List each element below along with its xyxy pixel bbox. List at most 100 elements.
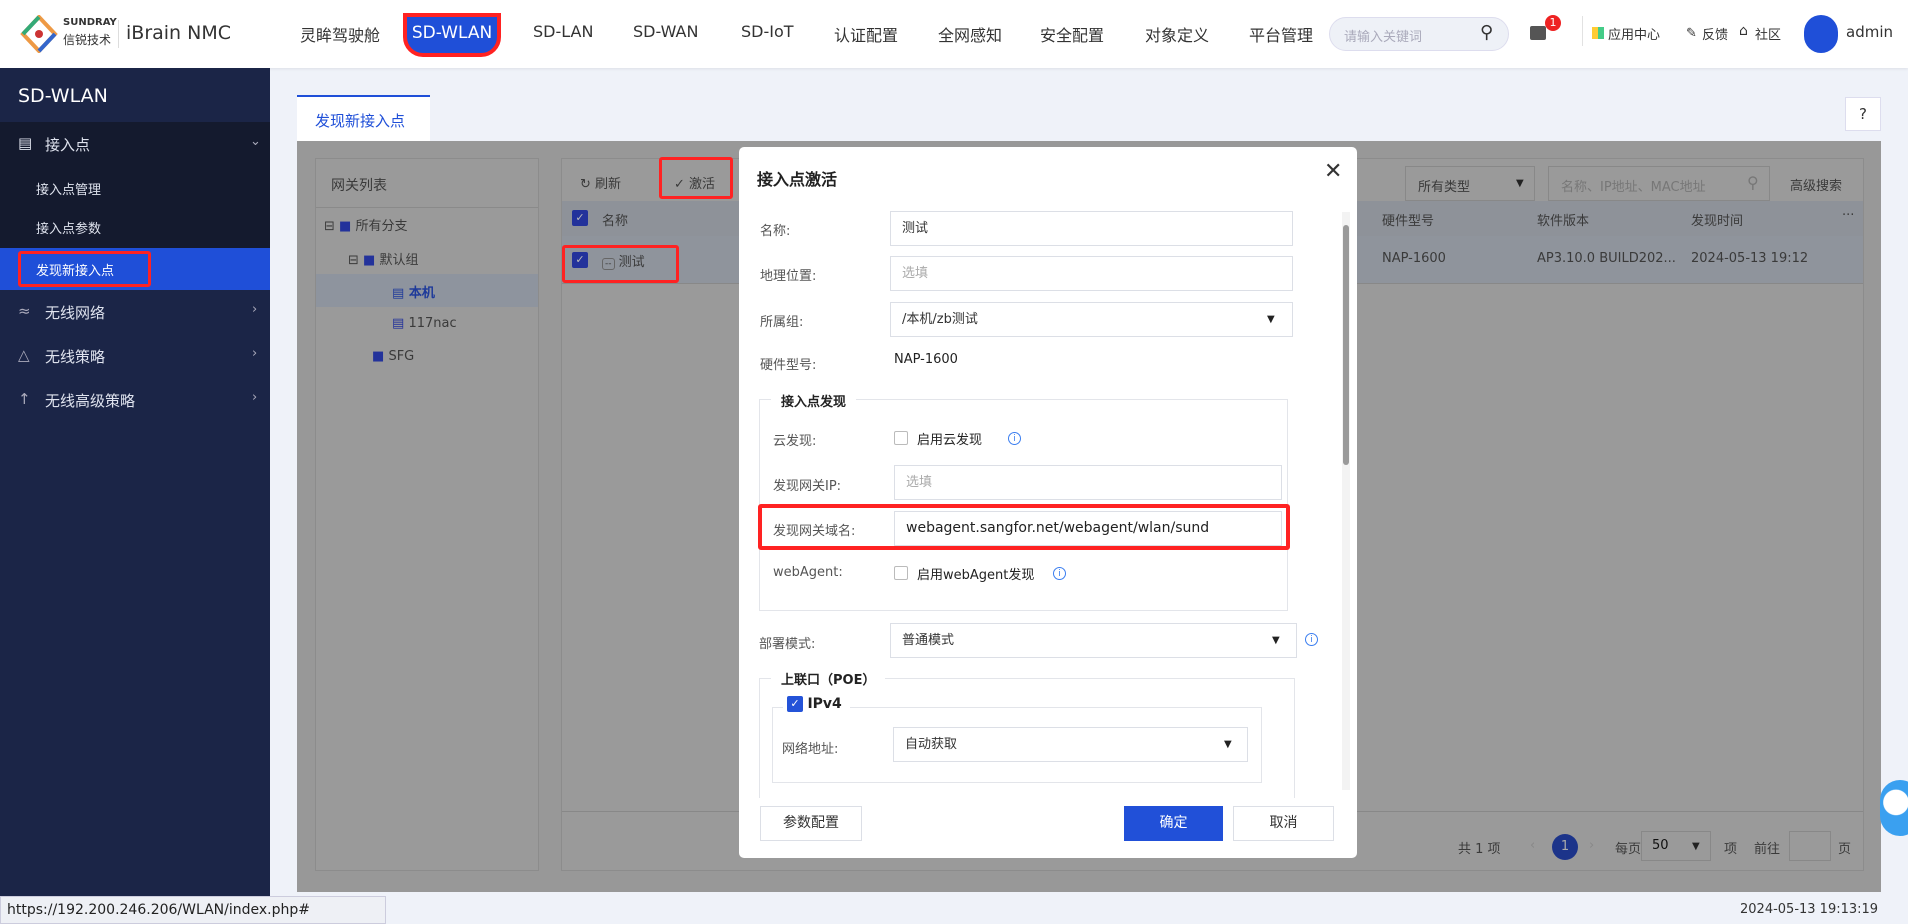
nav-platform[interactable]: 平台管理 [1249, 22, 1313, 46]
ipv4-toggle[interactable]: ✓ IPv4 [783, 696, 850, 712]
per-page-select[interactable]: 50 ▼ [1641, 831, 1711, 861]
gateway-list-title: 网关列表 [331, 178, 387, 194]
search-placeholder: 名称、IP地址、MAC地址 [1561, 180, 1706, 195]
dialog-title: 接入点激活 [757, 170, 838, 189]
cloud-discovery-checkbox[interactable] [894, 431, 908, 445]
column-model[interactable]: 硬件型号 [1382, 210, 1434, 229]
help-icon[interactable]: ? [1845, 97, 1881, 131]
confirm-button[interactable]: 确定 [1124, 806, 1223, 841]
nav-cockpit[interactable]: 灵眸驾驶舱 [300, 22, 380, 46]
sidebar-item-advanced-policy[interactable]: ↑ 无线高级策略 › [0, 378, 270, 422]
info-icon[interactable]: i [1053, 567, 1066, 580]
ipv4-label: IPv4 [807, 696, 842, 712]
tree-node-all-branches[interactable]: ⊟ ■ 所有分支 [324, 215, 407, 234]
feedback-link[interactable]: 反馈 [1702, 24, 1728, 43]
close-icon[interactable]: ✕ [1324, 159, 1342, 184]
avatar[interactable] [1804, 15, 1838, 53]
discovery-legend: 接入点发现 [771, 391, 857, 410]
sidebar-item-ap-management[interactable]: 接入点管理 [36, 179, 101, 198]
location-input[interactable]: 选填 [890, 256, 1293, 291]
tree-node-local[interactable]: ▤ 本机 [392, 282, 435, 301]
select-all-checkbox[interactable]: ✓ [572, 210, 588, 226]
chevron-down-icon: ⌄ [250, 134, 261, 149]
column-version[interactable]: 软件版本 [1537, 210, 1589, 229]
webagent-option-label[interactable]: 启用webAgent发现 [917, 564, 1034, 583]
name-input[interactable]: 测试 [890, 211, 1293, 246]
highlight-box [758, 504, 1290, 550]
sidebar-item-access-point[interactable]: ▤ 接入点 ⌄ [0, 122, 270, 166]
caret-down-icon: ▼ [1272, 635, 1280, 646]
params-config-button[interactable]: 参数配置 [760, 806, 862, 841]
gateway-ip-label: 发现网关IP: [773, 479, 842, 494]
assistant-robot-icon[interactable] [1880, 780, 1908, 836]
nav-auth[interactable]: 认证配置 [834, 22, 898, 46]
search-icon[interactable]: ⚲ [1480, 22, 1493, 43]
sidebar-item-wireless-network[interactable]: ≈ 无线网络 › [0, 290, 270, 334]
nav-sd-wlan[interactable]: SD-WLAN [403, 13, 501, 57]
tree-node-117nac[interactable]: ▤ 117nac [392, 316, 457, 331]
column-discovered-time[interactable]: 发现时间 [1691, 210, 1743, 229]
row-time: 2024-05-13 19:12 [1691, 251, 1809, 266]
prev-page-icon[interactable]: ‹ [1530, 838, 1535, 853]
feedback-icon: ✎ [1686, 26, 1697, 41]
webagent-checkbox[interactable] [894, 566, 908, 580]
deploy-mode-select[interactable]: 普通模式 ▼ [890, 623, 1297, 658]
nav-sd-lan[interactable]: SD-LAN [533, 22, 593, 41]
activate-button[interactable]: ✓ 激活 [674, 173, 715, 192]
cancel-button[interactable]: 取消 [1233, 806, 1334, 841]
sidebar-item-ap-params[interactable]: 接入点参数 [36, 218, 101, 237]
wifi-icon: ≈ [18, 302, 31, 320]
info-icon[interactable]: i [1008, 432, 1021, 445]
deploy-mode-value: 普通模式 [902, 633, 955, 648]
dialog-scrollbar[interactable] [1342, 212, 1350, 790]
search-placeholder: 请输入关键词 [1344, 30, 1423, 45]
scrollbar-thumb[interactable] [1343, 225, 1349, 465]
community-link[interactable]: 社区 [1755, 24, 1781, 43]
row-model: NAP-1600 [1382, 251, 1446, 266]
nav-security[interactable]: 安全配置 [1040, 22, 1104, 46]
status-url-text: https://192.200.246.206/WLAN/index.php# [7, 902, 310, 918]
search-icon[interactable]: ⚲ [1747, 173, 1759, 192]
goto-page-input[interactable] [1789, 831, 1831, 861]
advanced-search-button[interactable]: 高级搜索 [1790, 175, 1842, 194]
ipv4-checkbox[interactable]: ✓ [787, 696, 803, 712]
app-center-icon [1592, 27, 1604, 39]
nav-network-awareness[interactable]: 全网感知 [938, 22, 1002, 46]
caret-down-icon: ▼ [1224, 739, 1232, 750]
sidebar-item-wireless-policy[interactable]: △ 无线策略 › [0, 334, 270, 378]
tab-discover-ap[interactable]: 发现新接入点 [297, 95, 430, 141]
access-point-icon: ▤ [18, 134, 33, 152]
message-icon[interactable] [1530, 26, 1546, 40]
type-filter-select[interactable]: 所有类型 ▼ [1405, 166, 1535, 201]
type-filter-value: 所有类型 [1418, 180, 1471, 195]
refresh-button[interactable]: ↻ 刷新 [580, 173, 621, 192]
sidebar-item-discover-ap[interactable]: 发现新接入点 [0, 248, 270, 290]
tree-node-default-group[interactable]: ⊟ ■ 默认组 [348, 249, 418, 268]
caret-down-icon: ▼ [1267, 314, 1275, 325]
cloud-option-label[interactable]: 启用云发现 [917, 429, 982, 448]
info-icon[interactable]: i [1305, 633, 1318, 646]
group-select[interactable]: /本机/zb测试 ▼ [890, 302, 1293, 337]
global-search[interactable]: 请输入关键词 ⚲ [1329, 17, 1509, 51]
column-name[interactable]: 名称 [602, 210, 628, 229]
gateway-ip-input[interactable]: 选填 [894, 465, 1282, 500]
username[interactable]: admin [1846, 23, 1893, 41]
sidebar-item-label: 无线网络 [45, 304, 106, 322]
table-search-input[interactable]: 名称、IP地址、MAC地址 ⚲ [1548, 166, 1770, 201]
status-url: https://192.200.246.206/WLAN/index.php# [0, 896, 386, 924]
nav-objects[interactable]: 对象定义 [1145, 22, 1209, 46]
brand-en: SUNDRAY [63, 17, 117, 28]
app-center-link[interactable]: 应用中心 [1608, 24, 1660, 43]
next-page-icon[interactable]: › [1589, 838, 1594, 853]
group-label: 所属组: [760, 315, 804, 330]
tree-node-sfg[interactable]: ■ SFG [372, 349, 414, 364]
caret-down-icon: ▼ [1692, 841, 1700, 852]
column-more-icon[interactable]: ··· [1842, 208, 1854, 223]
network-address-select[interactable]: 自动获取 ▼ [893, 727, 1248, 762]
divider [1582, 16, 1583, 46]
nav-sd-wan[interactable]: SD-WAN [633, 22, 698, 41]
nav-sd-iot[interactable]: SD-IoT [741, 22, 794, 41]
network-address-label: 网络地址: [782, 742, 839, 757]
uplink-legend: 上联口（POE） [771, 669, 886, 688]
page-1-button[interactable]: 1 [1552, 834, 1578, 860]
